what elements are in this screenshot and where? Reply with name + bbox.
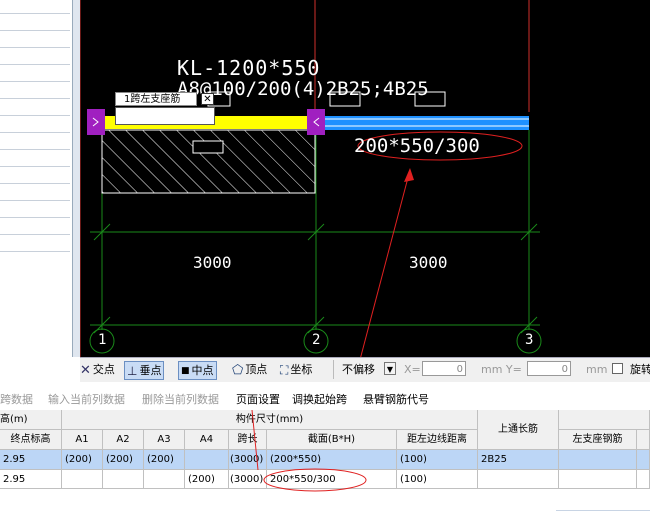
cad-drawing-svg [80, 0, 542, 357]
snap-coordinate-button[interactable]: ⛶ 坐标 [280, 361, 312, 378]
left-properties-list[interactable] [0, 0, 73, 357]
axis-label-1: 1 [98, 332, 107, 348]
table-cell-a1[interactable]: (200) [62, 450, 103, 470]
table-cell-section[interactable]: (200*550) [267, 450, 397, 470]
snap-toolbar: ✕ 交点 ⊥ 垂点 ■ 中点 ⬠ 顶点 ⛶ 坐标 不偏移 ▼ X= 0 mm Y= 0 m… [80, 357, 650, 382]
offset-label: 不偏移 [342, 363, 375, 376]
table-cell-a2[interactable]: (200) [103, 450, 144, 470]
chevron-down-icon: ▼ [386, 365, 394, 374]
header-a1: A1 [62, 430, 103, 450]
popup-value-input[interactable] [115, 107, 215, 125]
snap-midpoint-button[interactable]: ■ 中点 [178, 361, 217, 380]
axis-label-2: 2 [312, 332, 321, 348]
page-setup-button[interactable]: 页面设置 [236, 391, 280, 407]
table-cell-end-elev[interactable]: 2.95 [0, 450, 62, 470]
table-cell-a2[interactable] [103, 470, 144, 489]
header-left-edge-distance: 距左边线距离 [397, 430, 478, 450]
y-coordinate-input[interactable]: 0 [527, 361, 571, 376]
table-cell-span[interactable]: (3000) [229, 450, 267, 470]
horizontal-scrollbar[interactable] [556, 510, 650, 515]
header-span-length: 跨长 [229, 430, 267, 450]
intersection-icon: ✕ [80, 362, 91, 378]
input-current-column-button[interactable]: 输入当前列数据 [48, 391, 125, 407]
offset-dropdown-button[interactable]: ▼ [384, 362, 396, 375]
table-cell-left-edge[interactable]: (100) [397, 450, 478, 470]
header-section: 截面(B*H) [267, 430, 397, 450]
header-end-elevation: 终点标高 [0, 430, 62, 450]
popup-title: 1跨左支座筋 [115, 92, 197, 106]
table-cell-top-through[interactable] [478, 470, 559, 489]
snap-intersection-label: 交点 [92, 363, 115, 376]
cad-drawing-canvas[interactable]: KL-1200*550 A8@100/200(4)2B25;4B25 200*5… [80, 0, 650, 357]
snap-coordinate-label: 坐标 [290, 363, 313, 376]
table-cell-end-elev[interactable]: 2.95 [0, 470, 62, 489]
table-cell-a4[interactable] [185, 450, 229, 470]
header-group-height: 高(m) [0, 410, 62, 430]
header-a4: A4 [185, 430, 229, 450]
y-label: mm Y= [481, 363, 522, 376]
table-cell-span[interactable]: (3000) [229, 470, 267, 489]
table-cell-overflow[interactable] [637, 470, 650, 489]
snap-vertex-label: 顶点 [245, 363, 268, 376]
snap-intersection-button[interactable]: ✕ 交点 [80, 361, 115, 378]
table-action-toolbar: 跨数据 输入当前列数据 删除当前列数据 页面设置 调换起始跨 悬臂钢筋代号 [0, 387, 650, 409]
rotate-checkbox[interactable] [612, 363, 623, 374]
header-left-support-rebar: 左支座钢筋 [559, 430, 637, 450]
toolbar-separator [333, 360, 334, 379]
span-dimension-1: 3000 [193, 253, 232, 272]
table-cell-a3[interactable]: (200) [144, 450, 185, 470]
header-group-dimensions: 构件尺寸(mm) [62, 410, 478, 430]
popup-close-button[interactable]: ✕ [201, 93, 214, 105]
table-cell-section[interactable]: 200*550/300 [267, 470, 397, 489]
table-cell-left-support[interactable] [559, 470, 637, 489]
span-dimension-2: 3000 [409, 253, 448, 272]
header-a3: A3 [144, 430, 185, 450]
table-cell-a1[interactable] [62, 470, 103, 489]
beam-label-line-1: KL-1200*550 [177, 56, 321, 80]
rotate-label: 旋转 [630, 363, 650, 376]
section-label: 200*550/300 [354, 135, 480, 157]
vertex-icon: ⬠ [232, 362, 244, 378]
table-cell-overflow[interactable] [637, 450, 650, 470]
midpoint-icon: ■ [181, 365, 190, 376]
axis-label-3: 3 [525, 332, 534, 348]
header-overflow-column [637, 430, 650, 450]
coordinate-icon: ⛶ [280, 362, 289, 377]
snap-perpendicular-button[interactable]: ⊥ 垂点 [124, 361, 165, 380]
header-a2: A2 [103, 430, 144, 450]
snap-perpendicular-label: 垂点 [139, 364, 162, 377]
snap-midpoint-label: 中点 [191, 364, 214, 377]
swap-start-span-button[interactable]: 调换起始跨 [292, 391, 347, 407]
left-panel-scrollbar[interactable] [73, 0, 80, 357]
header-empty-top [559, 410, 650, 430]
table-cell-top-through[interactable]: 2B25 [478, 450, 559, 470]
close-icon: ✕ [203, 94, 212, 105]
snap-vertex-button[interactable]: ⬠ 顶点 [232, 361, 267, 378]
span-data-table: 高(m) 构件尺寸(mm) 上通长筋 终点标高 A1 A2 A3 A4 跨长 截… [0, 410, 650, 515]
table-cell-left-edge[interactable]: (100) [397, 470, 478, 489]
x-coordinate-input[interactable]: 0 [422, 361, 466, 376]
header-top-through-rebar: 上通长筋 [478, 410, 559, 450]
cantilever-rebar-code-button[interactable]: 悬臂钢筋代号 [363, 391, 429, 407]
table-cell-a4[interactable]: (200) [185, 470, 229, 489]
copy-span-data-button[interactable]: 跨数据 [0, 391, 33, 407]
table-cell-a3[interactable] [144, 470, 185, 489]
table-cell-left-support[interactable] [559, 450, 637, 470]
support-rebar-input-popup: 1跨左支座筋 ✕ [115, 92, 215, 126]
delete-current-column-button[interactable]: 删除当前列数据 [142, 391, 219, 407]
unit-mm-label: mm [586, 363, 608, 376]
perpendicular-icon: ⊥ [127, 363, 138, 378]
x-label: X= [404, 363, 421, 376]
